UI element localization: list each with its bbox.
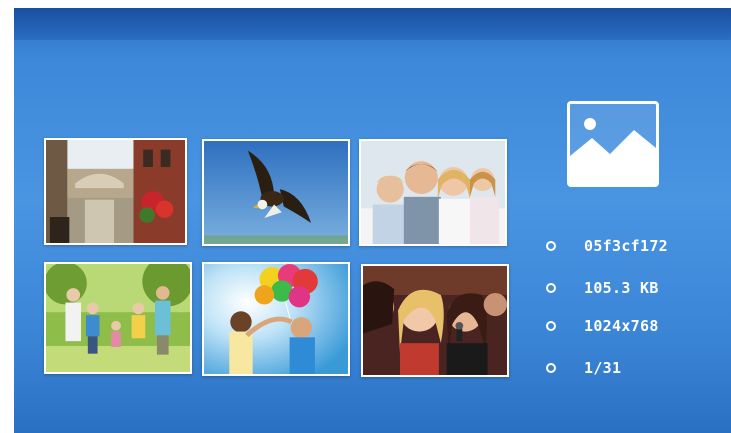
bullet-icon (546, 321, 556, 331)
top-bar (14, 8, 731, 40)
thumbnail-family-park[interactable] (44, 262, 192, 374)
bullet-icon (546, 283, 556, 293)
bullet-icon (546, 241, 556, 251)
thumbnail-family-portrait[interactable] (359, 139, 507, 246)
friends-singing-image (363, 266, 507, 375)
image-icon-glyph (570, 118, 656, 184)
info-row-filename: 05f3cf172 (546, 236, 668, 256)
thumbnail-friends-singing[interactable] (361, 264, 509, 377)
image-icon (567, 101, 659, 187)
resolution-text: 1024x768 (584, 317, 659, 335)
filename-text: 05f3cf172 (584, 237, 668, 255)
info-row-resolution: 1024x768 (546, 316, 659, 336)
bullet-icon (546, 363, 556, 373)
thumbnail-balloons-kids[interactable] (202, 262, 350, 376)
thumbnail-venice-canal[interactable] (44, 138, 187, 245)
eagle-image (204, 141, 348, 244)
info-row-filesize: 105.3 KB (546, 278, 659, 298)
photo-viewer-screen: 05f3cf172 105.3 KB 1024x768 1/31 (14, 8, 731, 433)
info-row-position: 1/31 (546, 358, 621, 378)
family-portrait-image (361, 141, 505, 244)
filesize-text: 105.3 KB (584, 279, 659, 297)
balloons-kids-image (204, 264, 348, 374)
position-text: 1/31 (584, 359, 622, 377)
venice-canal-image (46, 140, 185, 243)
family-park-image (46, 264, 190, 372)
thumbnail-eagle-in-sky[interactable] (202, 139, 350, 246)
